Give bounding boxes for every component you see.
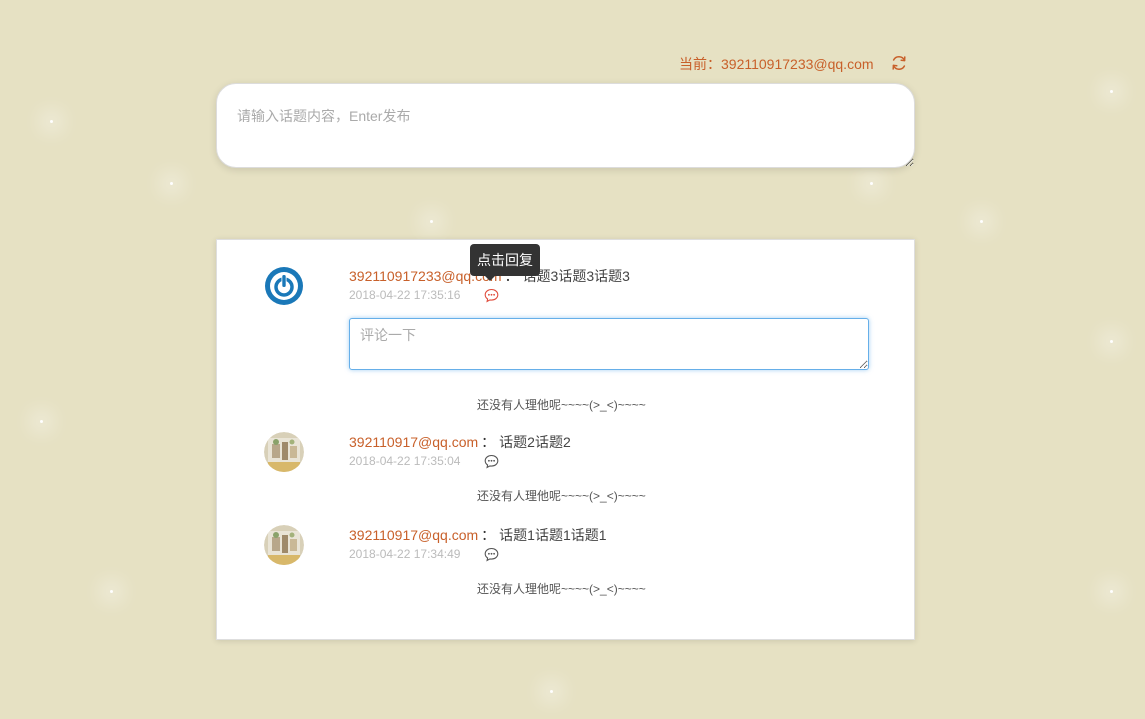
topic-time: 2018-04-22 17:35:04 [349,454,461,468]
background-sparkle [430,220,433,223]
background-sparkle [980,220,983,223]
page: { "header": { "current_user_label": "当前：… [0,0,1145,719]
no-reply-text: 还没有人理他呢~~~~(>_<)~~~~ [477,582,646,596]
topic-time: 2018-04-22 17:35:16 [349,288,461,302]
background-sparkle [550,690,553,693]
topic-time: 2018-04-22 17:34:49 [349,547,461,561]
background-sparkle [1110,90,1113,93]
no-reply-text: 还没有人理他呢~~~~(>_<)~~~~ [477,489,646,503]
comment-bubble-icon[interactable] [484,454,499,469]
refresh-icon[interactable] [890,54,908,72]
background-sparkle [50,120,53,123]
no-reply-text: 还没有人理他呢~~~~(>_<)~~~~ [477,398,646,412]
background-sparkle [170,182,173,185]
power-logo-avatar [265,267,303,305]
reply-tooltip: 点击回复 [470,244,540,281]
comment-input[interactable] [349,318,869,370]
topic-list: 392110917233@qq.com：话题3话题3话题3 2018-04-22… [216,239,915,640]
topic-header: 392110917@qq.com：话题1话题1话题1 [349,525,607,545]
background-sparkle [110,590,113,593]
background-sparkle [1110,590,1113,593]
topic-author-link[interactable]: 392110917@qq.com [349,434,478,450]
topic-content: 话题1话题1话题1 [499,527,607,543]
photo-avatar [264,525,304,565]
author-separator: ： [481,434,496,450]
topic-header: 392110917@qq.com：话题2话题2 [349,432,571,452]
author-separator: ： [481,527,496,543]
topic-content: 话题2话题2 [499,434,571,450]
background-sparkle [1110,340,1113,343]
comment-bubble-icon[interactable] [484,547,499,562]
topic-author-link[interactable]: 392110917@qq.com [349,527,478,543]
comment-bubble-icon[interactable] [484,288,499,303]
current-user-label: 当前：392110917233@qq.com [679,56,874,72]
topic-input[interactable] [216,83,915,168]
background-sparkle [40,420,43,423]
background-sparkle [870,182,873,185]
photo-avatar [264,432,304,472]
